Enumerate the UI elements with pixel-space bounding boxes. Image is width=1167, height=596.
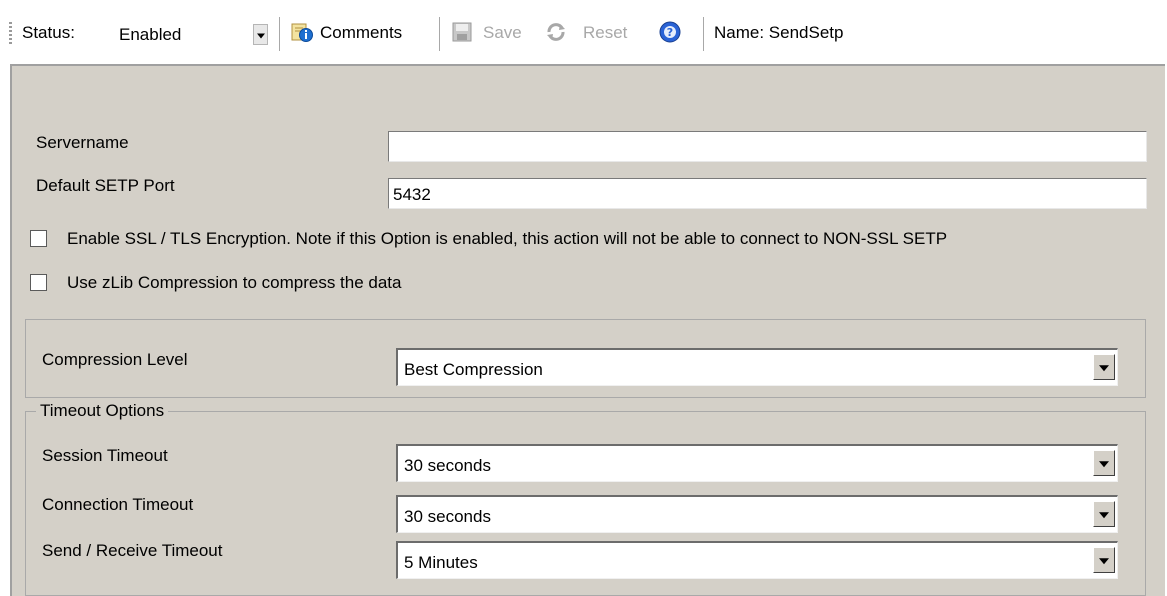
send-receive-timeout-arrow[interactable] bbox=[1093, 547, 1115, 573]
settings-panel: Servername Default SETP Port 5432 Enable… bbox=[10, 64, 1165, 596]
help-icon[interactable]: ? bbox=[659, 21, 681, 43]
status-value: Enabled bbox=[119, 25, 182, 44]
session-timeout-value: 30 seconds bbox=[404, 456, 491, 475]
connection-timeout-value: 30 seconds bbox=[404, 507, 491, 526]
connection-timeout-label: Connection Timeout bbox=[42, 495, 194, 514]
save-button[interactable]: Save bbox=[483, 22, 522, 44]
compression-level-arrow[interactable] bbox=[1093, 354, 1115, 380]
toolbar-grip[interactable] bbox=[9, 22, 12, 44]
session-timeout-dropdown[interactable]: 30 seconds bbox=[396, 444, 1118, 482]
save-icon bbox=[452, 22, 472, 42]
ssl-checkbox[interactable] bbox=[30, 230, 47, 247]
status-dropdown-arrow[interactable] bbox=[253, 24, 268, 45]
reset-icon bbox=[547, 23, 565, 41]
compression-level-dropdown[interactable]: Best Compression bbox=[396, 348, 1118, 386]
send-receive-timeout-label: Send / Receive Timeout bbox=[42, 541, 223, 560]
chevron-down-icon bbox=[1099, 558, 1109, 565]
connection-timeout-dropdown[interactable]: 30 seconds bbox=[396, 495, 1118, 533]
compression-level-label: Compression Level bbox=[42, 350, 188, 369]
send-receive-timeout-dropdown[interactable]: 5 Minutes bbox=[396, 541, 1118, 579]
status-label: Status: bbox=[22, 23, 75, 42]
servername-label: Servername bbox=[36, 133, 129, 152]
timeout-options-title: Timeout Options bbox=[36, 400, 169, 422]
chevron-down-icon bbox=[1099, 365, 1109, 372]
status-dropdown[interactable]: Enabled bbox=[113, 19, 270, 49]
comments-icon bbox=[291, 23, 313, 42]
chevron-down-icon bbox=[256, 33, 265, 38]
reset-button[interactable]: Reset bbox=[583, 22, 627, 44]
chevron-down-icon bbox=[1099, 512, 1109, 519]
session-timeout-arrow[interactable] bbox=[1093, 450, 1115, 476]
zlib-checkbox[interactable] bbox=[30, 274, 47, 291]
comments-button[interactable]: Comments bbox=[320, 22, 402, 44]
session-timeout-label: Session Timeout bbox=[42, 446, 168, 465]
port-label: Default SETP Port bbox=[36, 176, 175, 195]
toolbar-separator bbox=[279, 17, 280, 51]
ssl-label: Enable SSL / TLS Encryption. Note if thi… bbox=[67, 229, 948, 248]
compression-level-value: Best Compression bbox=[404, 360, 543, 379]
compression-group: Compression Level Best Compression bbox=[25, 319, 1146, 398]
svg-text:?: ? bbox=[667, 26, 673, 39]
toolbar-separator bbox=[439, 17, 440, 51]
connection-timeout-arrow[interactable] bbox=[1093, 501, 1115, 527]
port-value: 5432 bbox=[393, 185, 431, 204]
servername-input[interactable] bbox=[388, 131, 1147, 162]
port-input[interactable]: 5432 bbox=[388, 178, 1147, 209]
chevron-down-icon bbox=[1099, 461, 1109, 468]
send-receive-timeout-value: 5 Minutes bbox=[404, 553, 478, 572]
zlib-label: Use zLib Compression to compress the dat… bbox=[67, 273, 402, 292]
toolbar-separator bbox=[703, 17, 704, 51]
action-name: Name: SendSetp bbox=[714, 23, 844, 42]
timeout-options-group: Timeout Options Session Timeout 30 secon… bbox=[25, 400, 1146, 596]
toolbar: Status: Enabled Comments Save Reset ? Na… bbox=[0, 0, 1167, 64]
